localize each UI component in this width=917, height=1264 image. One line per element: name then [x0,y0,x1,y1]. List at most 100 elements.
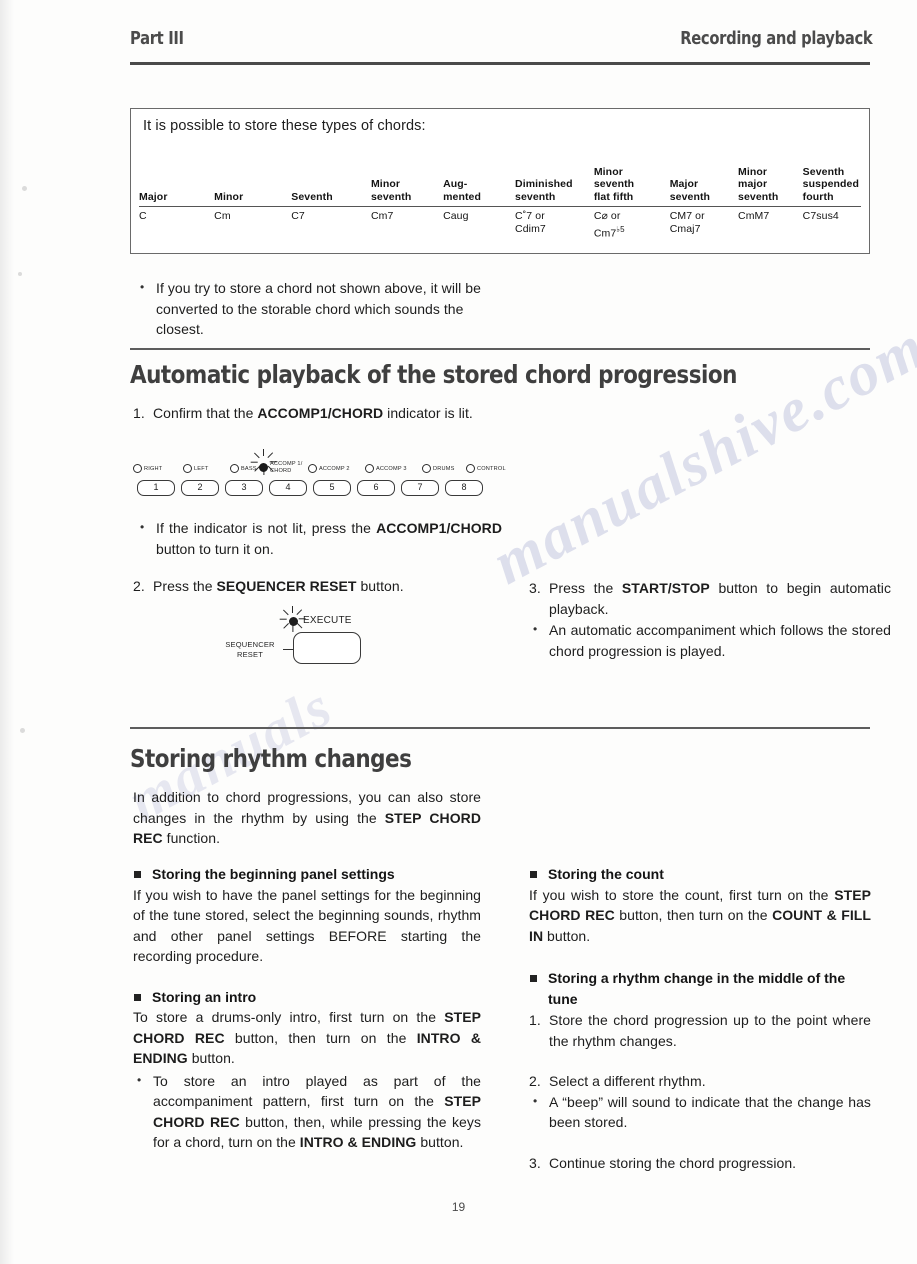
step-text-before: Press the [153,578,217,594]
hdr-line3: fourth [802,190,834,203]
chord-col-minor: Minor [214,151,292,207]
section-rule-rhythm [130,727,870,729]
step-text: Store the chord progression up to the po… [549,1012,871,1049]
val-line1: Cm [214,210,231,222]
step-text: Select a different rhythm. [549,1073,706,1089]
val-line2: Cdim7 [515,223,546,235]
chord-col-diminished-seventh: Diminished seventh [515,151,594,207]
step-text-after: indicator is lit. [383,405,473,421]
val-line1: C⌀ or [593,210,621,222]
paragraph-beginning-panel-settings: If you wish to have the panel settings f… [133,886,481,965]
indicator-control: CONTROL [466,460,506,474]
note-text-after: button to turn it on. [156,540,274,557]
intro-bullet-a: To store an intro played as part of the … [153,1072,481,1110]
indicator-label: ACCOMP 2 [319,465,350,472]
step-marker: 2. [529,1073,541,1089]
chord-value-minor: Cm [214,207,291,241]
scan-edge-shadow [0,0,14,1264]
panel-button-2[interactable]: 2 [181,480,219,496]
led-indicator-icon [365,464,374,474]
indicator-bass: BASS [230,460,257,474]
rhythm-mid-step-2: 2. Select a different rhythm. [529,1071,871,1092]
note-text: A “beep” will sound to indicate that the… [549,1093,871,1131]
indicator-label: BASS [241,465,257,472]
playback-step-3: 3. Press the START/STOP button to begin … [529,578,891,619]
note-text-before: If the indicator is not lit, press the [156,520,377,536]
count-a: If you wish to store the count, first tu… [529,886,835,903]
chord-table: Major Minor Seventh Minor seventh Aug- m… [139,151,861,241]
intro-p1-d: button. [187,1050,235,1066]
indicator-accomp3: ACCOMP 3 [365,460,407,474]
step-marker: 2. [133,578,145,594]
note-chord-conversion: If you try to store a chord not shown ab… [136,277,502,340]
sequencer-reset-label: SEQUENCER RESET [219,640,281,659]
sequencer-reset-button[interactable] [293,632,361,664]
chord-col-seventh: Seventh [291,151,371,207]
intro-bullet-d: button. [416,1134,464,1150]
hdr-line1: Minor [738,165,768,178]
note-storing-intro-accompaniment: To store an intro played as part of the … [133,1070,481,1153]
sequencer-reset-diagram: EXECUTE SEQUENCER RESET [205,606,405,670]
step-text-bold: SEQUENCER RESET [216,578,357,594]
hdr-line3: seventh [515,190,556,203]
indicator-label-line1: ACCOMP 1/ [270,461,303,468]
indicator-label-line2: CHORD [270,467,292,474]
led-indicator-icon [466,464,475,474]
led-indicator-icon [422,464,431,474]
step-marker: 1. [529,1012,541,1028]
panel-button-8[interactable]: 8 [445,480,483,496]
playback-note-automatic-accompaniment: An automatic accompaniment which follows… [529,619,891,661]
hdr-line2: Minor [370,178,401,190]
chord-table-value-row: C Cm C7 Cm7 Caug C˚7 or Cdim7 C⌀ or Cm7♭… [139,207,861,241]
panel-button-5[interactable]: 5 [313,480,351,496]
hdr-line2: Major [669,178,699,190]
chord-col-major-seventh: Major seventh [669,151,739,207]
subheading-storing-the-count: Storing the count [529,864,871,885]
step-marker: 3. [529,1154,541,1171]
hdr-line3: flat fifth [593,190,634,203]
led-indicator-icon [259,463,268,473]
hdr-line3: Seventh [291,190,333,203]
execute-label: EXECUTE [303,615,352,626]
playback-step-1: 1. Confirm that the ACCOMP1/CHORD indica… [133,403,503,424]
chord-value-minor-major-seventh: CmM7 [738,207,803,241]
indicator-label: LEFT [194,465,209,472]
val-line2: Cmaj7 [669,223,701,235]
subheading-storing-rhythm-change-middle: Storing a rhythm change in the middle of… [529,968,871,1009]
rhythm-left-column: Storing the beginning panel settings If … [133,864,481,1153]
step-text-bold: START/STOP [621,580,710,596]
indicator-accomp1-chord: ACCOMP 1/CHORD [259,459,303,474]
panel-button-6[interactable]: 6 [357,480,395,496]
accomp-indicator-panel-diagram: RIGHT LEFT BASS ACCOMP 1/CHORD ACCOMP 2 … [133,449,506,500]
page-number: 19 [451,1200,466,1214]
hdr-line1: Minor [593,165,623,178]
indicator-right: RIGHT [133,460,162,474]
chord-table-caption: It is possible to store these types of c… [143,118,426,134]
document-page: manualshive.com manuals Part III Recordi… [0,0,917,1264]
panel-button-1[interactable]: 1 [137,480,175,496]
val-line1: C [139,210,147,222]
panel-button-7[interactable]: 7 [401,480,439,496]
chord-table-box: It is possible to store these types of c… [130,108,870,254]
rhythm-intro-paragraph: In addition to chord progressions, you c… [133,787,481,849]
intro-p1-a: To store a drums-only intro, first turn … [133,1009,445,1025]
indicator-label: DRUMS [433,465,455,472]
hdr-line3: Major [139,190,168,203]
rhythm-mid-note-beep: A “beep” will sound to indicate that the… [529,1091,871,1133]
playback-step-2: 2. Press the SEQUENCER RESET button. [133,576,503,597]
chord-col-minor-seventh: Minor seventh [370,151,444,207]
hdr-line3: mented [443,190,482,203]
val-line1: Cm7 [370,210,394,222]
val-line1: C˚7 or [515,210,545,222]
step-text-bold: ACCOMP1/CHORD [257,405,384,421]
chord-col-major: Major [139,151,215,207]
chord-value-seventh: C7 [291,207,371,241]
indicator-label: ACCOMP 3 [376,465,407,472]
indicator-label: RIGHT [144,465,163,472]
panel-button-3[interactable]: 3 [225,480,263,496]
hdr-line2: seventh [593,178,635,190]
seq-label-line2: RESET [236,649,263,659]
rhythm-right-column: Storing the count If you wish to store t… [529,864,871,1173]
panel-button-4[interactable]: 4 [269,480,307,496]
chord-col-minor-major-seventh: Minor major seventh [738,151,803,207]
